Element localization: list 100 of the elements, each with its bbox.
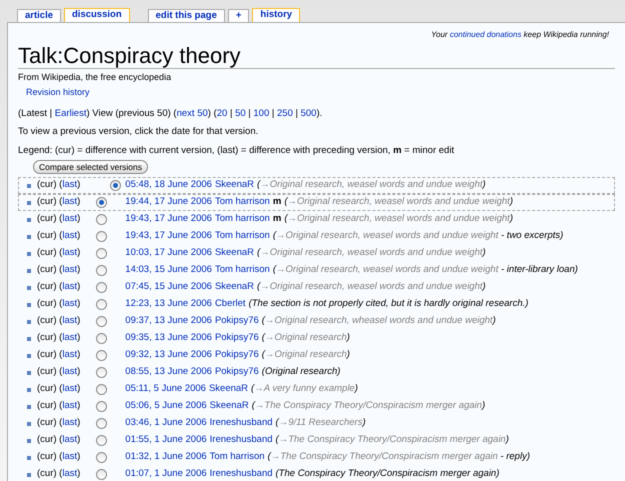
date-link[interactable]: 19:43, 17 June 2006 [125,229,212,244]
user-link[interactable]: Pokipsy76 [214,348,259,363]
radio-button[interactable] [96,265,108,276]
radio-button[interactable] [96,316,108,327]
last-link[interactable]: last [62,280,78,295]
tab[interactable]: discussion [64,8,130,22]
radio-button[interactable] [96,299,108,310]
bullet-icon [27,234,31,238]
last-link[interactable]: last [62,331,78,346]
radio-button[interactable] [96,469,108,480]
bullet-icon [27,268,31,272]
date-link[interactable]: 19:44, 17 June 2006 [125,195,212,210]
user-link[interactable]: Ireneshusband [210,467,273,481]
date-link[interactable]: 01:07, 1 June 2006 [125,467,207,481]
date-link[interactable]: 01:32, 1 June 2006 [125,450,207,465]
radio-button[interactable] [96,350,108,361]
date-link[interactable]: 05:06, 5 June 2006 [125,399,207,414]
link[interactable]: Earliest [54,108,86,119]
last-link[interactable]: last [62,178,78,193]
last-link[interactable]: last [62,263,78,278]
link[interactable]: 500 [300,108,316,119]
user-link[interactable]: Tom harrison [214,195,270,210]
edit-comment: ) [510,213,513,224]
date-link[interactable]: 05:48, 18 June 2006 [125,178,212,193]
user-link[interactable]: SkeenaR [214,246,254,261]
bullet-icon [27,200,31,204]
date-link[interactable]: 12:23, 13 June 2006 [125,297,212,312]
text: ) [77,365,80,380]
revision-history-link[interactable]: Revision history [26,86,90,99]
user-link[interactable]: SkeenaR [214,178,254,193]
date-link[interactable]: 09:35, 13 June 2006 [125,331,212,346]
radio-button[interactable] [96,214,108,225]
user-link[interactable]: Pokipsy76 [214,331,259,346]
radio-button[interactable] [96,197,108,208]
tab[interactable]: article [17,9,61,22]
date-link[interactable]: 08:55, 13 June 2006 [125,365,212,380]
last-link[interactable]: last [62,229,78,244]
user-link[interactable]: Tom harrison [214,229,270,244]
link[interactable]: 20 [216,108,228,119]
radio-button[interactable] [96,248,108,259]
edit-comment: (The Conspiracy Theory/Conspiracism merger again) [276,468,500,480]
link[interactable]: continued donations [450,29,522,41]
user-link[interactable]: Ireneshusband [210,416,273,431]
date-link[interactable]: 10:03, 17 June 2006 [125,246,212,261]
last-link[interactable]: last [62,382,78,397]
date-link[interactable]: 03:46, 1 June 2006 [125,416,207,431]
radio-button[interactable] [96,333,108,344]
last-link[interactable]: last [62,246,78,261]
user-link[interactable]: Tom harrison [210,450,265,465]
last-link[interactable]: last [62,416,78,431]
radio-button[interactable] [110,180,121,191]
date-link[interactable]: 19:43, 17 June 2006 [125,212,212,227]
link[interactable]: next 50 [176,108,208,119]
user-link[interactable]: SkeenaR [210,399,249,414]
radio-button[interactable] [96,282,108,293]
last-link[interactable]: last [62,399,78,414]
compare-button[interactable]: Compare selected versions [33,160,148,174]
last-link[interactable]: last [62,450,78,465]
radio-button[interactable] [96,435,108,446]
date-link[interactable]: 09:37, 13 June 2006 [125,314,212,329]
last-link[interactable]: last [62,348,78,363]
link[interactable]: 50 [235,108,246,119]
link[interactable]: 250 [277,108,293,119]
user-link[interactable]: Cberlet [214,297,246,312]
last-link[interactable]: last [62,365,78,380]
user-link[interactable]: Pokipsy76 [214,314,259,329]
date-link[interactable]: 05:11, 5 June 2006 [125,382,206,397]
date-link[interactable]: 14:03, 15 June 2006 [125,263,212,278]
text: ) [77,382,80,396]
user-link[interactable]: Tom harrison [214,263,270,278]
text: ) [77,433,80,448]
edit-comment: ) [346,332,350,344]
edit-comment: ( [268,451,271,462]
last-link[interactable]: last [62,212,78,227]
tab[interactable]: edit this page [148,9,225,22]
date-link[interactable]: 09:32, 13 June 2006 [125,348,212,363]
date-link[interactable]: 07:45, 15 June 2006 [125,280,212,295]
edit-comment: ) [482,179,486,190]
link[interactable]: 100 [253,108,270,119]
user-link[interactable]: Pokipsy76 [214,365,259,380]
user-link[interactable]: SkeenaR [214,280,254,295]
last-link[interactable]: last [62,467,78,481]
last-link[interactable]: last [62,314,78,329]
bullet-icon [27,218,31,222]
radio-button[interactable] [96,367,108,378]
user-link[interactable]: Tom harrison [214,212,270,227]
radio-button[interactable] [96,231,108,242]
last-link[interactable]: last [62,195,78,210]
last-link[interactable]: last [62,433,78,448]
radio-button[interactable] [96,418,108,429]
radio-button[interactable] [96,452,108,463]
radio-button[interactable] [96,401,108,412]
user-link[interactable]: SkeenaR [208,382,248,397]
user-link[interactable]: Ireneshusband [210,433,273,448]
last-link[interactable]: last [62,297,78,312]
radio-button[interactable] [96,384,108,395]
tab[interactable]: + [228,9,250,22]
tab[interactable]: history [252,8,300,22]
edit-comment: - inter-library loan) [500,264,578,276]
date-link[interactable]: 01:55, 1 June 2006 [125,433,207,448]
